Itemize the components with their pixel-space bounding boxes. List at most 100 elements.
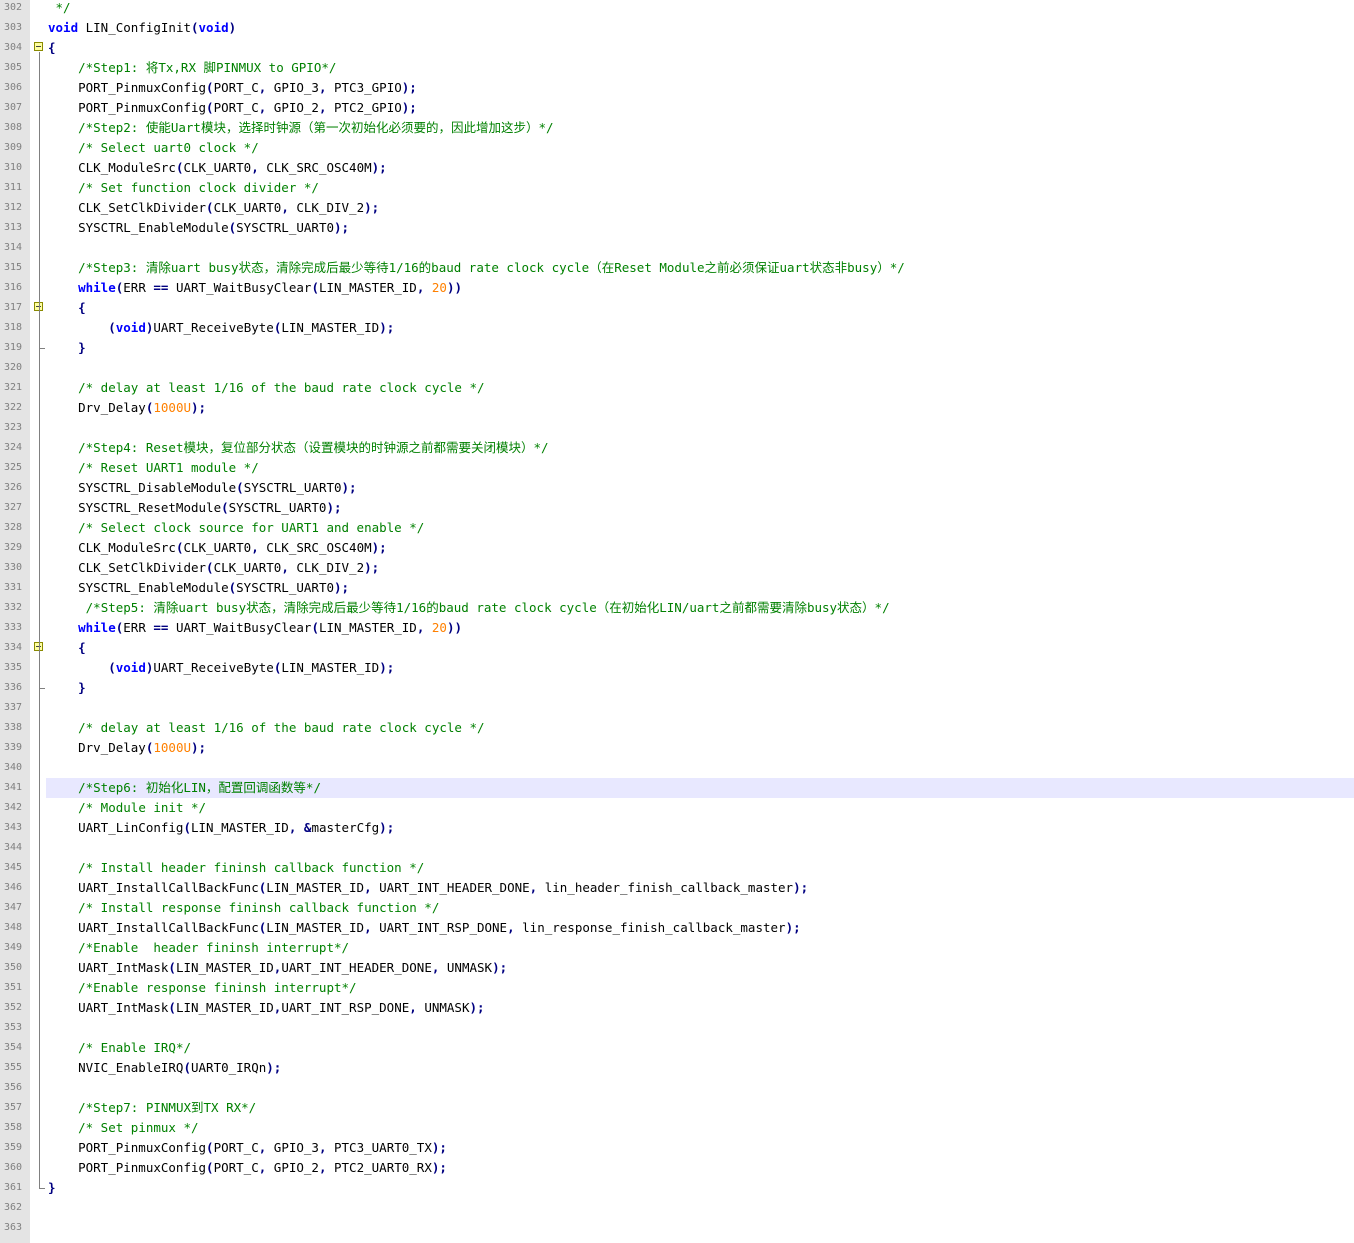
code-line[interactable]: 357 /*Step7: PINMUX到TX RX*/: [0, 1098, 1354, 1118]
code-line[interactable]: 336 }: [0, 678, 1354, 698]
code-line[interactable]: 352 UART_IntMask(LIN_MASTER_ID,UART_INT_…: [0, 998, 1354, 1018]
code-line[interactable]: 306 PORT_PinmuxConfig(PORT_C, GPIO_3, PT…: [0, 78, 1354, 98]
code-line[interactable]: 356: [0, 1078, 1354, 1098]
code-token-comment: */: [48, 0, 71, 15]
code-line[interactable]: 316 while(ERR == UART_WaitBusyClear(LIN_…: [0, 278, 1354, 298]
code-line[interactable]: 326 SYSCTRL_DisableModule(SYSCTRL_UART0)…: [0, 478, 1354, 498]
code-token-op: ,: [251, 540, 259, 555]
code-line[interactable]: 335 (void)UART_ReceiveByte(LIN_MASTER_ID…: [0, 658, 1354, 678]
code-token-op: );: [341, 480, 357, 495]
code-line[interactable]: 321 /* delay at least 1/16 of the baud r…: [0, 378, 1354, 398]
code-line[interactable]: 361}: [0, 1178, 1354, 1198]
code-line[interactable]: 346 UART_InstallCallBackFunc(LIN_MASTER_…: [0, 878, 1354, 898]
code-line[interactable]: 315 /*Step3: 清除uart busy状态，清除完成后最少等待1/16…: [0, 258, 1354, 278]
code-line[interactable]: 319 }: [0, 338, 1354, 358]
code-line[interactable]: 340: [0, 758, 1354, 778]
code-line[interactable]: 333 while(ERR == UART_WaitBusyClear(LIN_…: [0, 618, 1354, 638]
code-line[interactable]: 339 Drv_Delay(1000U);: [0, 738, 1354, 758]
code-text: /* delay at least 1/16 of the baud rate …: [48, 378, 484, 398]
code-line[interactable]: 331 SYSCTRL_EnableModule(SYSCTRL_UART0);: [0, 578, 1354, 598]
line-number: 319: [3, 342, 22, 353]
code-line[interactable]: 344: [0, 838, 1354, 858]
code-line[interactable]: 358 /* Set pinmux */: [0, 1118, 1354, 1138]
code-token-comment: /* Select clock source for UART1 and ena…: [78, 520, 425, 535]
code-line[interactable]: 329 CLK_ModuleSrc(CLK_UART0, CLK_SRC_OSC…: [0, 538, 1354, 558]
code-line[interactable]: 303 void LIN_ConfigInit(void): [0, 18, 1354, 38]
code-line[interactable]: 310 CLK_ModuleSrc(CLK_UART0, CLK_SRC_OSC…: [0, 158, 1354, 178]
code-line[interactable]: 343 UART_LinConfig(LIN_MASTER_ID, &maste…: [0, 818, 1354, 838]
code-line[interactable]: 362: [0, 1198, 1354, 1218]
code-line[interactable]: 341 /*Step6: 初始化LIN，配置回调函数等*/: [0, 778, 1354, 798]
code-token-plain: SYSCTRL_UART0: [236, 220, 334, 235]
code-line[interactable]: 348 UART_InstallCallBackFunc(LIN_MASTER_…: [0, 918, 1354, 938]
code-token-plain: PTC3_UART0_TX: [326, 1140, 432, 1155]
code-line[interactable]: 302 */: [0, 0, 1354, 18]
line-number: 332: [3, 602, 22, 613]
code-line[interactable]: 309 /* Select uart0 clock */: [0, 138, 1354, 158]
code-line[interactable]: 308 /*Step2: 使能Uart模块，选择时钟源（第一次初始化必须要的，因…: [0, 118, 1354, 138]
code-token-comment: /*Step6: 初始化LIN，配置回调函数等*/: [78, 780, 321, 795]
code-line[interactable]: 327 SYSCTRL_ResetModule(SYSCTRL_UART0);: [0, 498, 1354, 518]
code-token-plain: SYSCTRL_UART0: [228, 500, 327, 515]
code-line[interactable]: 312 CLK_SetClkDivider(CLK_UART0, CLK_DIV…: [0, 198, 1354, 218]
code-line[interactable]: 332 /*Step5: 清除uart busy状态，清除完成后最少等待1/16…: [0, 598, 1354, 618]
code-line[interactable]: 347 /* Install response fininsh callback…: [0, 898, 1354, 918]
code-line[interactable]: 313 SYSCTRL_EnableModule(SYSCTRL_UART0);: [0, 218, 1354, 238]
code-text: /*Step2: 使能Uart模块，选择时钟源（第一次初始化必须要的，因此增加这…: [48, 118, 553, 138]
code-text: {: [48, 638, 86, 658]
code-line[interactable]: 330 CLK_SetClkDivider(CLK_UART0, CLK_DIV…: [0, 558, 1354, 578]
code-editor[interactable]: 302 */303 void LIN_ConfigInit(void) 304{30…: [0, 0, 1354, 1243]
line-number: 333: [3, 622, 22, 633]
code-line[interactable]: 322 Drv_Delay(1000U);: [0, 398, 1354, 418]
code-token-comment: /*Step3: 清除uart busy状态，清除完成后最少等待1/16的bau…: [78, 260, 905, 275]
code-line[interactable]: 305 /*Step1: 将Tx,RX 脚PINMUX to GPIO*/: [0, 58, 1354, 78]
code-line[interactable]: 342 /* Module init */: [0, 798, 1354, 818]
code-line[interactable]: 360 PORT_PinmuxConfig(PORT_C, GPIO_2, PT…: [0, 1158, 1354, 1178]
code-line[interactable]: 355 NVIC_EnableIRQ(UART0_IRQn);: [0, 1058, 1354, 1078]
line-number: 348: [3, 922, 22, 933]
code-line[interactable]: 349 /*Enable header fininsh interrupt*/: [0, 938, 1354, 958]
code-line[interactable]: 324 /*Step4: Reset模块，复位部分状态（设置模块的时钟源之前都需…: [0, 438, 1354, 458]
code-line[interactable]: 307 PORT_PinmuxConfig(PORT_C, GPIO_2, PT…: [0, 98, 1354, 118]
code-line[interactable]: 318 (void)UART_ReceiveByte(LIN_MASTER_ID…: [0, 318, 1354, 338]
line-number: 339: [3, 742, 22, 753]
code-text: /* Install header fininsh callback funct…: [48, 858, 424, 878]
code-token-op: );: [379, 820, 395, 835]
code-line[interactable]: 353: [0, 1018, 1354, 1038]
code-text: Drv_Delay(1000U);: [48, 738, 206, 758]
code-line[interactable]: 323: [0, 418, 1354, 438]
code-line[interactable]: 359 PORT_PinmuxConfig(PORT_C, GPIO_3, PT…: [0, 1138, 1354, 1158]
code-line[interactable]: 320: [0, 358, 1354, 378]
code-line[interactable]: 350 UART_IntMask(LIN_MASTER_ID,UART_INT_…: [0, 958, 1354, 978]
code-token-plain: SYSCTRL_EnableModule: [48, 220, 229, 235]
code-text: /* Select uart0 clock */: [48, 138, 259, 158]
code-token-plain: UART_ReceiveByte: [153, 660, 274, 675]
code-token-op: );: [469, 1000, 485, 1015]
code-line[interactable]: 338 /* delay at least 1/16 of the baud r…: [0, 718, 1354, 738]
code-line[interactable]: 314: [0, 238, 1354, 258]
code-line[interactable]: 304 {: [0, 38, 1354, 58]
code-token-plain: UART_InstallCallBackFunc: [48, 880, 259, 895]
code-line[interactable]: 337: [0, 698, 1354, 718]
code-line[interactable]: 317 {: [0, 298, 1354, 318]
code-text: NVIC_EnableIRQ(UART0_IRQn);: [48, 1058, 281, 1078]
code-token-comment: /* Module init */: [78, 800, 207, 815]
code-line[interactable]: 363: [0, 1218, 1354, 1238]
code-line[interactable]: 351 /*Enable response fininsh interrupt*…: [0, 978, 1354, 998]
fold-toggle-icon[interactable]: [34, 42, 43, 51]
code-token-plain: PORT_C: [213, 100, 259, 115]
code-line[interactable]: 345 /* Install header fininsh callback f…: [0, 858, 1354, 878]
code-line[interactable]: 328 /* Select clock source for UART1 and…: [0, 518, 1354, 538]
line-number: 311: [3, 182, 22, 193]
code-line[interactable]: 325 /* Reset UART1 module */: [0, 458, 1354, 478]
code-line[interactable]: 311 /* Set function clock divider */: [0, 178, 1354, 198]
code-token-plain: PORT_C: [213, 80, 259, 95]
code-line[interactable]: 354 /* Enable IRQ*/: [0, 1038, 1354, 1058]
code-token-plain: PTC3_GPIO: [326, 80, 402, 95]
code-token-plain: PORT_C: [213, 1140, 259, 1155]
code-line[interactable]: 334 {: [0, 638, 1354, 658]
